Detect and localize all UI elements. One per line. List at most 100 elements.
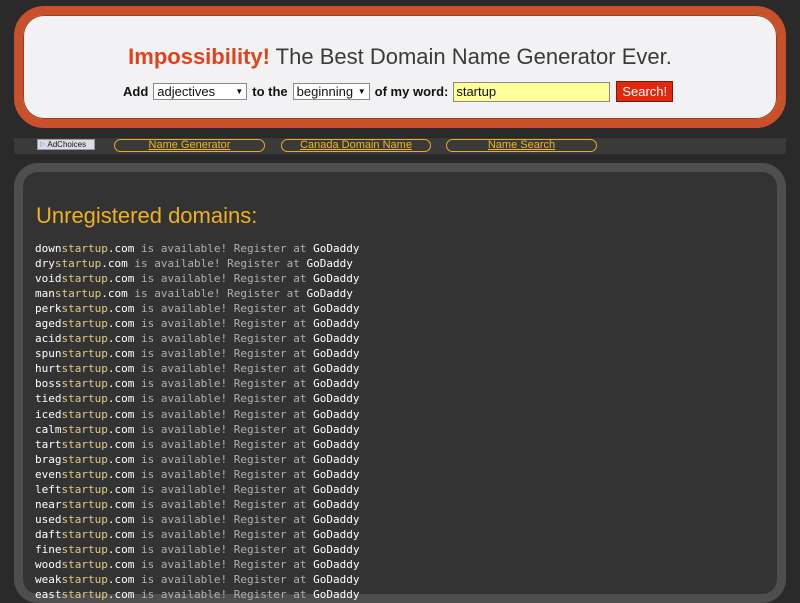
- domain-tld[interactable]: .com: [108, 302, 135, 315]
- registrar-link[interactable]: GoDaddy: [313, 408, 359, 421]
- registrar-link[interactable]: GoDaddy: [313, 438, 359, 451]
- domain-tld[interactable]: .com: [108, 528, 135, 541]
- domain-tld[interactable]: .com: [108, 558, 135, 571]
- domain-prefix[interactable]: weak: [35, 573, 62, 586]
- domain-tld[interactable]: .com: [108, 392, 135, 405]
- registrar-link[interactable]: GoDaddy: [313, 302, 359, 315]
- registrar-link[interactable]: GoDaddy: [313, 242, 359, 255]
- domain-base-word[interactable]: startup: [62, 528, 108, 541]
- domain-prefix[interactable]: near: [35, 498, 62, 511]
- domain-tld[interactable]: .com: [108, 377, 135, 390]
- domain-prefix[interactable]: acid: [35, 332, 62, 345]
- domain-prefix[interactable]: dry: [35, 257, 55, 270]
- domain-base-word[interactable]: startup: [62, 242, 108, 255]
- domain-prefix[interactable]: left: [35, 483, 62, 496]
- domain-prefix[interactable]: void: [35, 272, 62, 285]
- registrar-link[interactable]: GoDaddy: [313, 498, 359, 511]
- domain-base-word[interactable]: startup: [62, 332, 108, 345]
- domain-prefix[interactable]: boss: [35, 377, 62, 390]
- registrar-link[interactable]: GoDaddy: [313, 392, 359, 405]
- domain-prefix[interactable]: wood: [35, 558, 62, 571]
- registrar-link[interactable]: GoDaddy: [313, 272, 359, 285]
- domain-base-word[interactable]: startup: [62, 513, 108, 526]
- domain-base-word[interactable]: startup: [62, 438, 108, 451]
- nav-link-name-search[interactable]: Name Search: [446, 139, 597, 152]
- domain-prefix[interactable]: used: [35, 513, 62, 526]
- domain-tld[interactable]: .com: [108, 272, 135, 285]
- domain-prefix[interactable]: even: [35, 468, 62, 481]
- domain-tld[interactable]: .com: [108, 588, 135, 601]
- domain-tld[interactable]: .com: [108, 438, 135, 451]
- domain-tld[interactable]: .com: [108, 317, 135, 330]
- domain-base-word[interactable]: startup: [62, 347, 108, 360]
- domain-base-word[interactable]: startup: [62, 302, 108, 315]
- domain-prefix[interactable]: daft: [35, 528, 62, 541]
- domain-base-word[interactable]: startup: [62, 573, 108, 586]
- domain-tld[interactable]: .com: [108, 513, 135, 526]
- registrar-link[interactable]: GoDaddy: [313, 468, 359, 481]
- registrar-link[interactable]: GoDaddy: [313, 573, 359, 586]
- domain-base-word[interactable]: startup: [62, 498, 108, 511]
- registrar-link[interactable]: GoDaddy: [313, 513, 359, 526]
- domain-prefix[interactable]: brag: [35, 453, 62, 466]
- domain-tld[interactable]: .com: [108, 468, 135, 481]
- domain-tld[interactable]: .com: [108, 423, 135, 436]
- registrar-link[interactable]: GoDaddy: [313, 362, 359, 375]
- search-button[interactable]: Search!: [616, 81, 674, 102]
- registrar-link[interactable]: GoDaddy: [313, 377, 359, 390]
- domain-base-word[interactable]: startup: [62, 543, 108, 556]
- domain-prefix[interactable]: hurt: [35, 362, 62, 375]
- domain-base-word[interactable]: startup: [62, 272, 108, 285]
- domain-tld[interactable]: .com: [108, 347, 135, 360]
- domain-base-word[interactable]: startup: [62, 408, 108, 421]
- domain-prefix[interactable]: calm: [35, 423, 62, 436]
- registrar-link[interactable]: GoDaddy: [313, 423, 359, 436]
- domain-prefix[interactable]: east: [35, 588, 62, 601]
- domain-tld[interactable]: .com: [108, 362, 135, 375]
- domain-base-word[interactable]: startup: [62, 392, 108, 405]
- domain-tld[interactable]: .com: [108, 543, 135, 556]
- domain-base-word[interactable]: startup: [62, 588, 108, 601]
- domain-tld[interactable]: .com: [108, 483, 135, 496]
- registrar-link[interactable]: GoDaddy: [307, 287, 353, 300]
- domain-base-word[interactable]: startup: [55, 287, 101, 300]
- domain-prefix[interactable]: iced: [35, 408, 62, 421]
- domain-tld[interactable]: .com: [108, 573, 135, 586]
- registrar-link[interactable]: GoDaddy: [313, 347, 359, 360]
- domain-base-word[interactable]: startup: [62, 317, 108, 330]
- registrar-link[interactable]: GoDaddy: [313, 453, 359, 466]
- domain-prefix[interactable]: tart: [35, 438, 62, 451]
- domain-prefix[interactable]: down: [35, 242, 62, 255]
- domain-prefix[interactable]: tied: [35, 392, 62, 405]
- domain-tld[interactable]: .com: [101, 287, 128, 300]
- nav-link-canada-domain-name[interactable]: Canada Domain Name: [281, 139, 431, 152]
- word-type-select[interactable]: adjectives ▼: [153, 83, 248, 100]
- nav-link-name-generator[interactable]: Name Generator: [114, 139, 265, 152]
- domain-prefix[interactable]: aged: [35, 317, 62, 330]
- registrar-link[interactable]: GoDaddy: [313, 483, 359, 496]
- registrar-link[interactable]: GoDaddy: [313, 332, 359, 345]
- domain-tld[interactable]: .com: [108, 498, 135, 511]
- registrar-link[interactable]: GoDaddy: [313, 588, 359, 601]
- domain-base-word[interactable]: startup: [62, 423, 108, 436]
- registrar-link[interactable]: GoDaddy: [313, 558, 359, 571]
- domain-prefix[interactable]: perk: [35, 302, 62, 315]
- domain-base-word[interactable]: startup: [62, 468, 108, 481]
- domain-prefix[interactable]: man: [35, 287, 55, 300]
- position-select[interactable]: beginning ▼: [292, 83, 370, 100]
- registrar-link[interactable]: GoDaddy: [313, 528, 359, 541]
- domain-base-word[interactable]: startup: [62, 558, 108, 571]
- domain-prefix[interactable]: fine: [35, 543, 62, 556]
- registrar-link[interactable]: GoDaddy: [313, 317, 359, 330]
- registrar-link[interactable]: GoDaddy: [313, 543, 359, 556]
- domain-base-word[interactable]: startup: [62, 453, 108, 466]
- domain-tld[interactable]: .com: [108, 242, 135, 255]
- domain-base-word[interactable]: startup: [62, 483, 108, 496]
- domain-base-word[interactable]: startup: [55, 257, 101, 270]
- domain-base-word[interactable]: startup: [62, 377, 108, 390]
- domain-tld[interactable]: .com: [108, 332, 135, 345]
- word-input[interactable]: [453, 81, 611, 102]
- registrar-link[interactable]: GoDaddy: [307, 257, 353, 270]
- adchoices-badge[interactable]: ▷ AdChoices: [37, 139, 95, 150]
- domain-tld[interactable]: .com: [108, 453, 135, 466]
